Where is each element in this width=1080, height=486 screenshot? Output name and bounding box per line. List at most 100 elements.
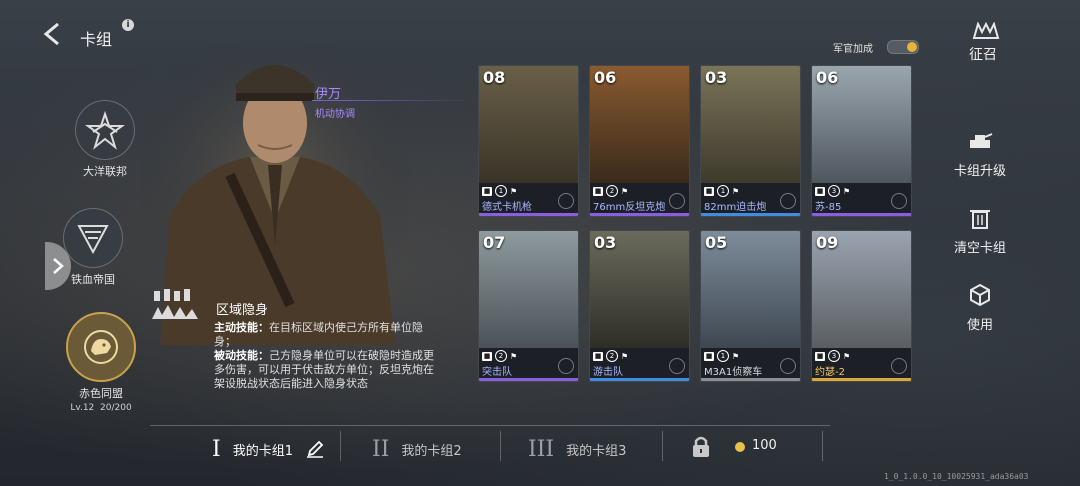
toggle-knob	[907, 42, 917, 52]
unit-type-icon: ■	[704, 186, 714, 196]
card-cost: 05	[705, 233, 728, 252]
faction-label: 赤色同盟	[79, 387, 123, 400]
tab-deck-3[interactable]: III 我的卡组3	[528, 436, 626, 462]
card-name: 苏-85	[815, 202, 842, 213]
card-name: 突击队	[482, 367, 512, 378]
clear-deck-label: 清空卡组	[953, 241, 1006, 256]
edit-pen-icon[interactable]	[305, 439, 325, 459]
card-count: 3	[828, 185, 840, 197]
rarity-bar	[479, 378, 578, 381]
tab-roman: I	[212, 436, 221, 462]
lock-icon[interactable]	[690, 435, 712, 459]
unit-type-icon: ■	[815, 186, 825, 196]
rarity-badge-icon	[669, 193, 685, 209]
unit-card[interactable]: 09 ■ 3 ⚑ 约瑟-2	[811, 230, 912, 382]
eagle-shield-icon	[63, 208, 123, 268]
passive-skill-label: 被动技能：	[214, 349, 269, 362]
tab-roman: III	[528, 436, 555, 462]
unit-card[interactable]: 03 ■ 2 ⚑ 游击队	[589, 230, 690, 382]
card-name: 德式卡机枪	[482, 202, 532, 213]
flag-icon: ⚑	[732, 351, 740, 361]
use-deck-button[interactable]: 使用	[935, 282, 1025, 333]
unit-card[interactable]: 03 ■ 1 ⚑ 82mm迫击炮	[700, 65, 801, 217]
faction-level: Lv.12 20/200	[70, 403, 132, 413]
faction-iron-empire[interactable]: 铁血帝国	[48, 208, 138, 287]
tab-separator	[500, 431, 501, 461]
bear-icon	[66, 312, 136, 382]
rarity-bar	[590, 213, 689, 216]
flag-icon: ⚑	[621, 351, 629, 361]
card-cost: 03	[594, 233, 617, 252]
card-count: 1	[495, 185, 507, 197]
tank-upgrade-icon	[970, 133, 993, 148]
card-name: 82mm迫击炮	[704, 202, 767, 213]
card-name: 游击队	[593, 367, 623, 378]
clear-deck-button[interactable]: 清空卡组	[935, 205, 1025, 256]
card-count: 2	[606, 350, 618, 362]
tab-separator	[822, 431, 823, 461]
faction-red-alliance[interactable]: 赤色同盟 Lv.12 20/200	[56, 312, 146, 413]
unit-card[interactable]: 06 ■ 3 ⚑ 苏-85	[811, 65, 912, 217]
rarity-bar	[701, 378, 800, 381]
card-cost: 03	[705, 68, 728, 87]
skill-title: 区域隐身	[216, 303, 269, 318]
unit-type-icon: ■	[593, 351, 603, 361]
unit-card[interactable]: 08 ■ 1 ⚑ 德式卡机枪	[478, 65, 579, 217]
active-skill-label: 主动技能：	[214, 321, 269, 334]
version-label: 1_0_1.0.0_10_10025931_ada36a03	[884, 472, 1029, 481]
tab-deck-2[interactable]: II 我的卡组2	[372, 436, 462, 462]
unit-card[interactable]: 05 ■ 1 ⚑ M3A1侦察车	[700, 230, 801, 382]
recruit-button[interactable]: 征召	[969, 21, 1062, 64]
rarity-badge-icon	[780, 358, 796, 374]
unit-card[interactable]: 06 ■ 2 ⚑ 76mm反坦克炮	[589, 65, 690, 217]
flag-icon: ⚑	[510, 186, 518, 196]
tabs-divider	[150, 425, 830, 426]
upgrade-deck-button[interactable]: 卡组升级	[935, 128, 1025, 179]
card-cost: 06	[594, 68, 617, 87]
tab-roman: II	[372, 436, 390, 462]
card-cost: 09	[816, 233, 839, 252]
info-icon[interactable]: i	[122, 19, 134, 31]
commander-divider	[312, 100, 472, 101]
card-count: 2	[495, 350, 507, 362]
card-cost: 08	[483, 68, 506, 87]
tab-separator	[340, 431, 341, 461]
rarity-bar	[701, 213, 800, 216]
card-count: 1	[717, 185, 729, 197]
officer-bonus-label: 军官加成	[833, 44, 873, 55]
recruit-icon	[972, 21, 1000, 39]
flag-icon: ⚑	[621, 186, 629, 196]
unit-card[interactable]: 07 ■ 2 ⚑ 突击队	[478, 230, 579, 382]
commander-role: 机动协调	[315, 109, 355, 120]
tab-deck-1[interactable]: I 我的卡组1	[212, 436, 325, 462]
recruit-label: 征召	[969, 47, 997, 63]
unit-type-icon: ■	[482, 351, 492, 361]
back-arrow-icon[interactable]	[38, 20, 66, 48]
stealth-skill-icon	[152, 289, 198, 319]
rarity-badge-icon	[558, 358, 574, 374]
tab-separator	[662, 431, 663, 461]
rarity-bar	[590, 378, 689, 381]
rarity-badge-icon	[891, 358, 907, 374]
card-cost: 06	[816, 68, 839, 87]
rarity-bar	[812, 213, 911, 216]
flag-icon: ⚑	[732, 186, 740, 196]
faction-label: 铁血帝国	[71, 273, 115, 286]
unit-type-icon: ■	[815, 351, 825, 361]
unit-type-icon: ■	[482, 186, 492, 196]
rarity-badge-icon	[669, 358, 685, 374]
unit-type-icon: ■	[704, 351, 714, 361]
card-count: 2	[606, 185, 618, 197]
card-count: 1	[717, 350, 729, 362]
rarity-bar	[479, 213, 578, 216]
faction-ocean-federation[interactable]: 大洋联邦	[60, 100, 150, 179]
use-deck-label: 使用	[966, 318, 993, 333]
flag-icon: ⚑	[510, 351, 518, 361]
tab-label: 我的卡组1	[232, 443, 293, 459]
rarity-badge-icon	[558, 193, 574, 209]
card-name: M3A1侦察车	[704, 367, 763, 378]
deck-tabs: I 我的卡组1 II 我的卡组2 III 我的卡组3 100	[150, 425, 910, 469]
officer-bonus-toggle[interactable]	[887, 40, 919, 54]
upgrade-deck-label: 卡组升级	[953, 164, 1006, 179]
flag-icon: ⚑	[843, 186, 851, 196]
